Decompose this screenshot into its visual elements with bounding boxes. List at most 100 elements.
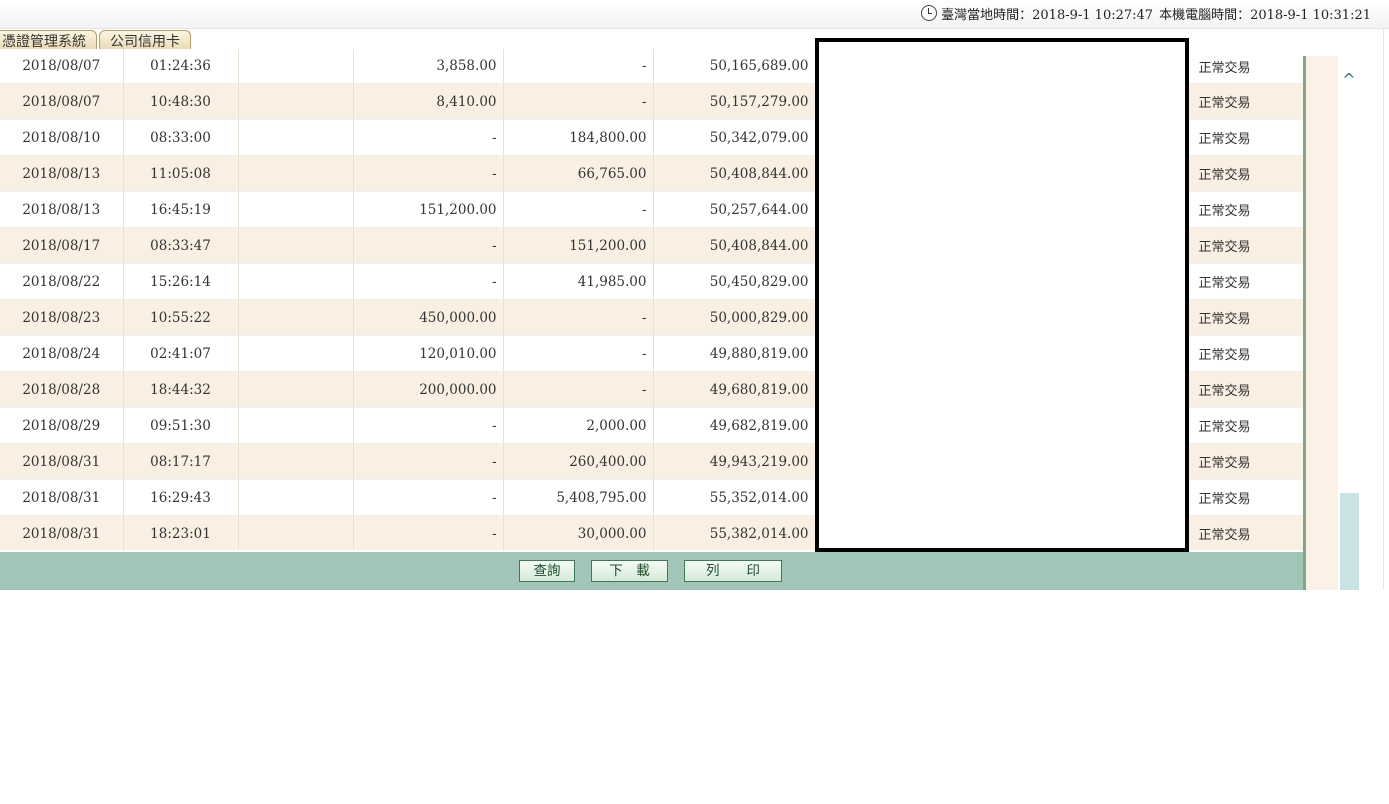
cell-deposit: 66,765.00: [503, 155, 654, 192]
cell-deposit: 41,985.00: [503, 263, 654, 300]
cell-empty: [238, 119, 354, 156]
cell-status: 正常交易: [1188, 263, 1303, 300]
cell-status: 正常交易: [1188, 83, 1303, 120]
cell-status: 正常交易: [1188, 515, 1303, 550]
chevron-up-icon[interactable]: ^: [1340, 70, 1358, 90]
cell-time: 09:51:30: [123, 407, 239, 444]
cell-time: 18:23:01: [123, 515, 239, 550]
cell-deposit: 2,000.00: [503, 407, 654, 444]
cell-balance: 50,000,829.00: [653, 299, 816, 336]
cell-deposit: -: [503, 49, 654, 84]
cell-withdrawal: 3,858.00: [353, 49, 504, 84]
redaction-box: [815, 38, 1189, 552]
local-time: 本機電腦時間：2018-9-1 10:31:21: [1159, 7, 1371, 23]
cell-balance: 50,157,279.00: [653, 83, 816, 120]
cell-time: 18:44:32: [123, 371, 239, 408]
cell-date: 2018/08/23: [0, 299, 124, 336]
cell-empty: [238, 227, 354, 264]
clock-icon: [921, 5, 938, 21]
divider: [1383, 28, 1384, 590]
cell-balance: 50,450,829.00: [653, 263, 816, 300]
cell-deposit: -: [503, 371, 654, 408]
cell-status: 正常交易: [1188, 407, 1303, 444]
cell-empty: [238, 515, 354, 550]
cell-date: 2018/08/07: [0, 83, 124, 120]
cell-withdrawal: -: [353, 155, 504, 192]
cell-empty: [238, 443, 354, 480]
cell-time: 08:33:47: [123, 227, 239, 264]
cell-balance: 55,352,014.00: [653, 479, 816, 516]
cell-status: 正常交易: [1188, 443, 1303, 480]
query-button[interactable]: 查詢: [519, 560, 575, 582]
cell-withdrawal: -: [353, 227, 504, 264]
cell-time: 11:05:08: [123, 155, 239, 192]
cell-time: 10:55:22: [123, 299, 239, 336]
cell-status: 正常交易: [1188, 49, 1303, 84]
cell-balance: 50,408,844.00: [653, 155, 816, 192]
cell-status: 正常交易: [1188, 335, 1303, 372]
cell-status: 正常交易: [1188, 371, 1303, 408]
cell-deposit: -: [503, 191, 654, 228]
print-button[interactable]: 列 印: [684, 560, 782, 582]
cell-empty: [238, 407, 354, 444]
cell-deposit: -: [503, 335, 654, 372]
cell-withdrawal: -: [353, 515, 504, 550]
cell-date: 2018/08/13: [0, 155, 124, 192]
cell-status: 正常交易: [1188, 227, 1303, 264]
cell-deposit: -: [503, 299, 654, 336]
cell-balance: 49,880,819.00: [653, 335, 816, 372]
cell-time: 16:45:19: [123, 191, 239, 228]
cell-empty: [238, 49, 354, 84]
cell-status: 正常交易: [1188, 119, 1303, 156]
cell-deposit: 151,200.00: [503, 227, 654, 264]
cell-status: 正常交易: [1188, 479, 1303, 516]
cell-date: 2018/08/17: [0, 227, 124, 264]
footer-toolbar: 查詢 下 載 列 印: [0, 552, 1303, 590]
right-panel: [1306, 56, 1338, 590]
cell-date: 2018/08/10: [0, 119, 124, 156]
cell-deposit: 5,408,795.00: [503, 479, 654, 516]
cell-status: 正常交易: [1188, 155, 1303, 192]
cell-balance: 50,342,079.00: [653, 119, 816, 156]
cell-empty: [238, 155, 354, 192]
cell-time: 16:29:43: [123, 479, 239, 516]
clock-line: 臺灣當地時間：2018-9-1 10:27:47 本機電腦時間：2018-9-1…: [921, 3, 1371, 23]
cell-time: 08:33:00: [123, 119, 239, 156]
cell-date: 2018/08/29: [0, 407, 124, 444]
cell-status: 正常交易: [1188, 191, 1303, 228]
cell-withdrawal: -: [353, 443, 504, 480]
cell-date: 2018/08/24: [0, 335, 124, 372]
cell-date: 2018/08/22: [0, 263, 124, 300]
cell-time: 01:24:36: [123, 49, 239, 84]
cell-date: 2018/08/31: [0, 515, 124, 550]
cell-withdrawal: 8,410.00: [353, 83, 504, 120]
cell-deposit: -: [503, 83, 654, 120]
cell-deposit: 260,400.00: [503, 443, 654, 480]
cell-balance: 49,680,819.00: [653, 371, 816, 408]
cell-balance: 50,257,644.00: [653, 191, 816, 228]
cell-withdrawal: -: [353, 479, 504, 516]
cell-status: 正常交易: [1188, 299, 1303, 336]
cell-date: 2018/08/28: [0, 371, 124, 408]
cell-date: 2018/08/07: [0, 49, 124, 84]
cell-date: 2018/08/31: [0, 479, 124, 516]
download-button[interactable]: 下 載: [591, 560, 668, 582]
cell-date: 2018/08/31: [0, 443, 124, 480]
cell-deposit: 30,000.00: [503, 515, 654, 550]
cell-balance: 50,165,689.00: [653, 49, 816, 84]
cell-empty: [238, 83, 354, 120]
cell-withdrawal: 151,200.00: [353, 191, 504, 228]
cell-empty: [238, 479, 354, 516]
cell-withdrawal: 200,000.00: [353, 371, 504, 408]
cell-empty: [238, 191, 354, 228]
scrollbar-thumb[interactable]: [1340, 493, 1359, 590]
cell-balance: 49,943,219.00: [653, 443, 816, 480]
cell-date: 2018/08/13: [0, 191, 124, 228]
top-bar: 臺灣當地時間：2018-9-1 10:27:47 本機電腦時間：2018-9-1…: [0, 0, 1389, 29]
cell-time: 08:17:17: [123, 443, 239, 480]
cell-withdrawal: -: [353, 263, 504, 300]
cell-time: 02:41:07: [123, 335, 239, 372]
cell-empty: [238, 263, 354, 300]
cell-time: 10:48:30: [123, 83, 239, 120]
cell-empty: [238, 371, 354, 408]
